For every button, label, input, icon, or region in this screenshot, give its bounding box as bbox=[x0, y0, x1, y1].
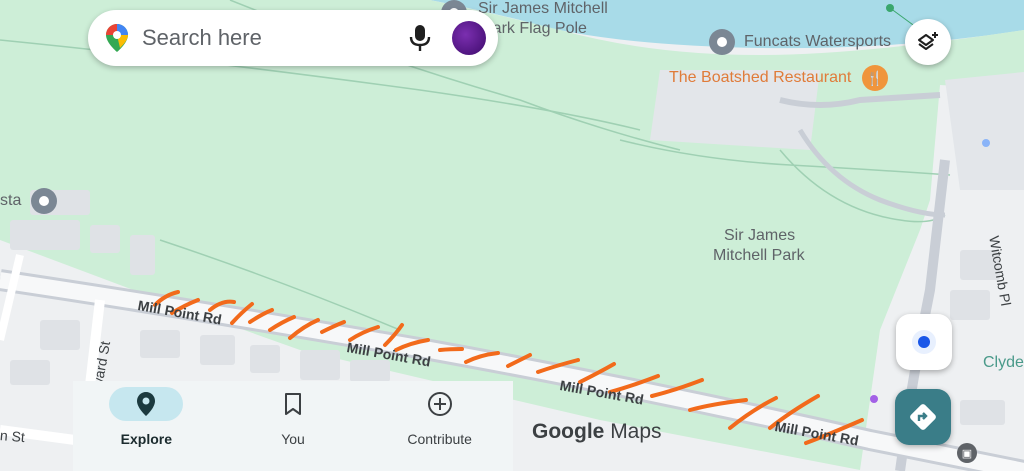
bottom-navigation: Explore You Contribute bbox=[73, 381, 513, 471]
wordmark-google: Google bbox=[532, 420, 605, 443]
nav-contribute-label: Contribute bbox=[407, 431, 472, 447]
park-label-line1[interactable]: Sir James bbox=[724, 227, 795, 245]
poi-funcats[interactable]: Funcats Watersports bbox=[744, 33, 891, 51]
poi-flag-pole-line1[interactable]: Sir James Mitchell bbox=[478, 0, 608, 18]
layers-button[interactable] bbox=[905, 19, 951, 65]
park-label-line2[interactable]: Mitchell Park bbox=[713, 247, 805, 265]
search-bar[interactable]: Search here bbox=[88, 10, 498, 66]
bus-stop-icon[interactable]: ▣ bbox=[957, 443, 977, 463]
google-maps-logo-icon bbox=[106, 24, 128, 52]
bookmark-icon bbox=[285, 393, 301, 415]
nav-contribute[interactable]: Contribute bbox=[366, 381, 513, 471]
nav-you[interactable]: You bbox=[220, 381, 367, 471]
add-circle-icon bbox=[427, 392, 452, 416]
nav-explore[interactable]: Explore bbox=[73, 381, 220, 471]
poi-sta[interactable]: sta bbox=[0, 192, 21, 210]
microphone-icon[interactable] bbox=[408, 24, 432, 52]
nav-you-label: You bbox=[281, 431, 305, 447]
nav-explore-label: Explore bbox=[120, 431, 173, 447]
funcats-pin-icon[interactable] bbox=[709, 29, 735, 55]
search-input[interactable]: Search here bbox=[142, 25, 408, 51]
google-maps-wordmark: Google Maps bbox=[532, 420, 662, 444]
poi-boatshed[interactable]: The Boatshed Restaurant bbox=[669, 69, 851, 87]
wordmark-maps: Maps bbox=[610, 420, 662, 443]
my-location-button[interactable] bbox=[896, 314, 952, 370]
nav-contribute-pill[interactable] bbox=[403, 387, 477, 421]
directions-button[interactable] bbox=[895, 389, 951, 445]
account-avatar[interactable] bbox=[452, 21, 486, 55]
area-label-clyde: Clyde bbox=[983, 354, 1024, 371]
sta-pin-icon[interactable] bbox=[31, 188, 57, 214]
nav-explore-pill[interactable] bbox=[109, 387, 184, 421]
road-label-n-st: n St bbox=[0, 427, 26, 446]
location-pin-icon bbox=[137, 392, 156, 416]
nav-you-pill[interactable] bbox=[256, 387, 330, 421]
layers-icon bbox=[918, 32, 938, 50]
location-dot-icon bbox=[912, 330, 936, 354]
restaurant-icon[interactable]: 🍴 bbox=[862, 65, 888, 91]
directions-icon bbox=[910, 404, 936, 430]
